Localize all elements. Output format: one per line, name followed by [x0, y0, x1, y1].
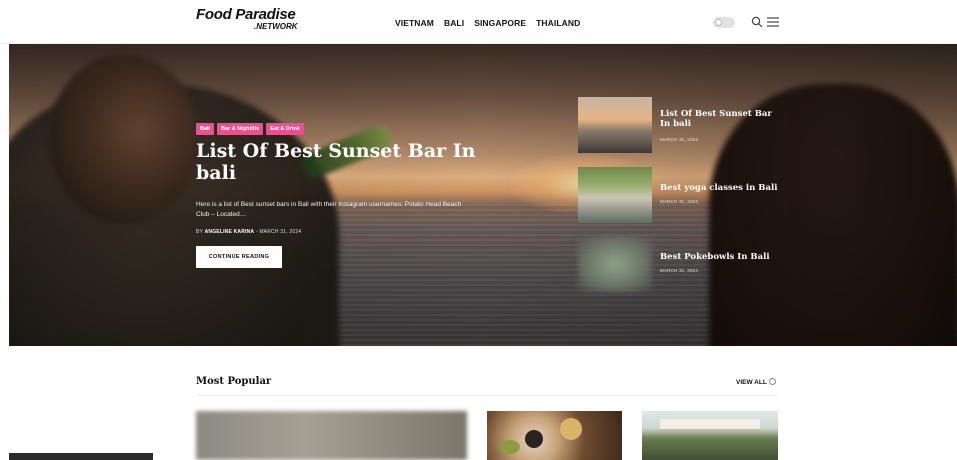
meta-date: MARCH 31, 2024 — [259, 229, 302, 235]
side-post[interactable]: Best Pokebowls In Bali MARCH 31, 2024 — [578, 236, 778, 292]
main-nav: VIETNAM BALI SINGAPORE THAILAND — [395, 18, 580, 28]
side-post-title[interactable]: Best Pokebowls In Bali — [660, 252, 780, 262]
nav-item-thailand[interactable]: THAILAND — [536, 18, 580, 28]
hero-overlay — [9, 44, 957, 346]
hero-meta: BY ANGELINE KARINA - MARCH 31, 2024 — [196, 229, 301, 235]
side-post[interactable]: List Of Best Sunset Bar In bali MARCH 31… — [578, 97, 778, 153]
nav-item-singapore[interactable]: SINGAPORE — [474, 18, 526, 28]
side-post-title[interactable]: List Of Best Sunset Bar In bali — [660, 109, 780, 129]
arrow-circle-icon — [768, 378, 776, 385]
logo-main-text: Food Paradise — [196, 6, 296, 23]
hero-title[interactable]: List Of Best Sunset Bar In bali — [196, 140, 496, 184]
side-post[interactable]: Best yoga classes in Bali MARCH 31, 2024 — [578, 167, 778, 223]
food-dish — [500, 440, 520, 454]
view-all-label: VIEW ALL — [736, 379, 767, 386]
toggle-icon — [715, 19, 722, 26]
site-logo[interactable]: Food Paradise .NETWORK — [196, 6, 316, 38]
meta-separator: - — [255, 229, 258, 235]
side-post-thumbnail[interactable] — [578, 167, 652, 223]
side-post-title[interactable]: Best yoga classes in Bali — [660, 183, 780, 193]
side-post-date: MARCH 31, 2024 — [660, 199, 699, 204]
nav-item-vietnam[interactable]: VIETNAM — [395, 18, 434, 28]
browser-status-bar — [9, 453, 153, 460]
continue-reading-button[interactable]: CONTINUE READING — [196, 246, 282, 268]
side-post-date: MARCH 31, 2024 — [660, 137, 699, 142]
hero-image[interactable] — [9, 44, 957, 346]
side-post-thumbnail[interactable] — [578, 236, 652, 292]
tag-bar-nightlife[interactable]: Bar & Nightlife — [217, 123, 264, 135]
most-popular-heading: Most Popular — [196, 376, 272, 387]
hero-excerpt: Here is a list of Best sunset bars in Ba… — [196, 201, 462, 218]
side-post-thumbnail[interactable] — [578, 97, 652, 153]
tag-eat-drink[interactable]: Eat & Drink — [266, 123, 304, 135]
nav-item-bali[interactable]: BALI — [444, 18, 464, 28]
tag-bali[interactable]: Bali — [196, 123, 215, 135]
food-dish — [560, 418, 582, 440]
search-icon[interactable] — [751, 16, 763, 28]
menu-icon[interactable] — [767, 17, 779, 27]
meta-author[interactable]: ANGELINE KARINA — [205, 229, 255, 235]
dark-mode-toggle[interactable] — [713, 17, 735, 28]
site-header: Food Paradise .NETWORK VIETNAM BALI SING… — [0, 0, 957, 44]
side-post-date: MARCH 31, 2024 — [660, 268, 699, 273]
section-divider — [196, 395, 778, 396]
building-roof — [660, 419, 760, 431]
logo-sub-text: .NETWORK — [254, 22, 298, 31]
view-all-link[interactable]: VIEW ALL — [736, 378, 776, 386]
hero-tags: Bali Bar & Nightlife Eat & Drink — [196, 123, 304, 135]
popular-card-thumbnail[interactable] — [196, 411, 467, 460]
meta-by: BY — [196, 229, 203, 235]
food-dish — [525, 430, 543, 448]
